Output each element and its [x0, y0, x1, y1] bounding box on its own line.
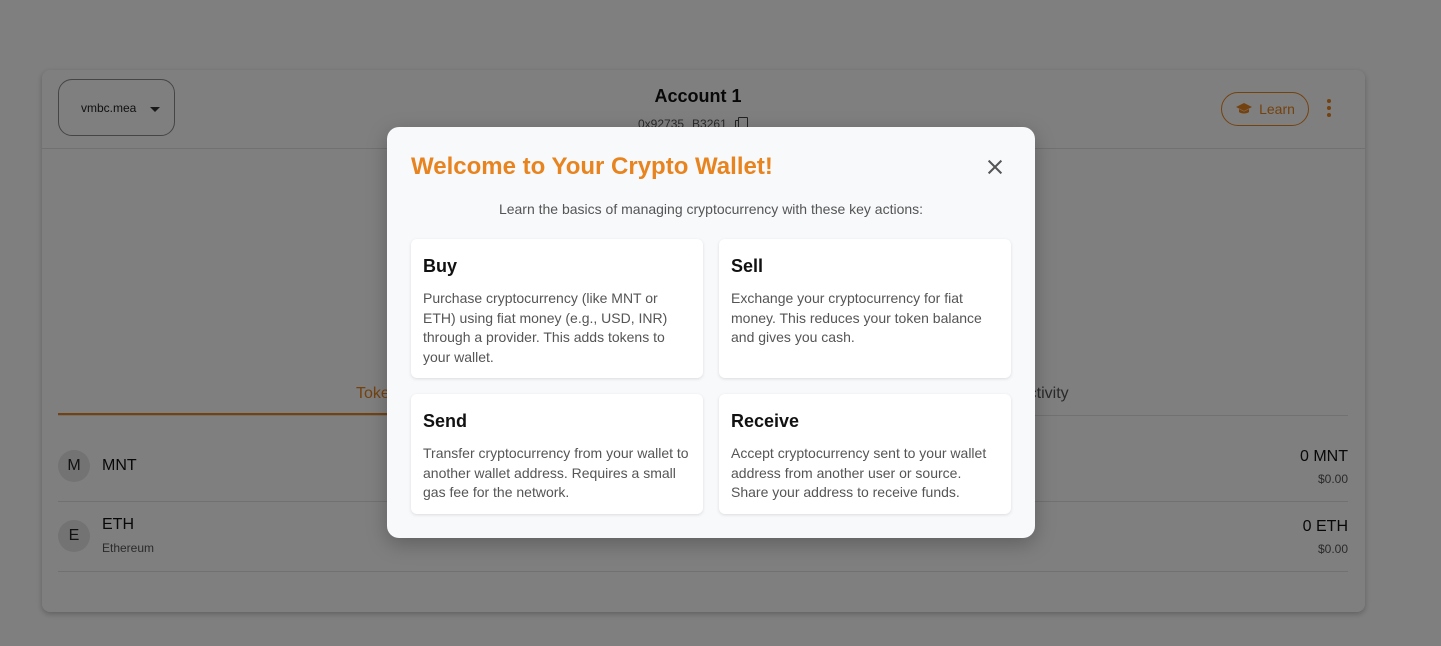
action-card-send: Send Transfer cryptocurrency from your w… [411, 394, 703, 514]
action-title: Sell [731, 256, 764, 276]
action-title: Buy [423, 256, 458, 276]
action-card-buy: Buy Purchase cryptocurrency (like MNT or… [411, 239, 703, 378]
modal-subtitle: Learn the basics of managing cryptocurre… [498, 201, 924, 217]
action-card-sell: Sell Exchange your cryptocurrency for fi… [719, 239, 1011, 378]
page: vmbc.mea Account 1 0x92735 B3261 Learn [0, 0, 1441, 646]
modal-title: Welcome to Your Crypto Wallet! [411, 153, 773, 180]
close-icon[interactable] [982, 154, 1008, 180]
action-card-receive: Receive Accept cryptocurrency sent to yo… [719, 394, 1011, 514]
welcome-modal: Welcome to Your Crypto Wallet! Learn the… [387, 127, 1035, 538]
action-title: Send [423, 411, 468, 431]
action-description: Accept cryptocurrency sent to your walle… [731, 445, 987, 500]
action-title: Receive [731, 411, 800, 431]
action-description: Purchase cryptocurrency (like MNT or ETH… [423, 290, 668, 365]
action-description: Exchange your cryptocurrency for fiat mo… [731, 290, 982, 345]
action-description: Transfer cryptocurrency from your wallet… [423, 445, 689, 500]
